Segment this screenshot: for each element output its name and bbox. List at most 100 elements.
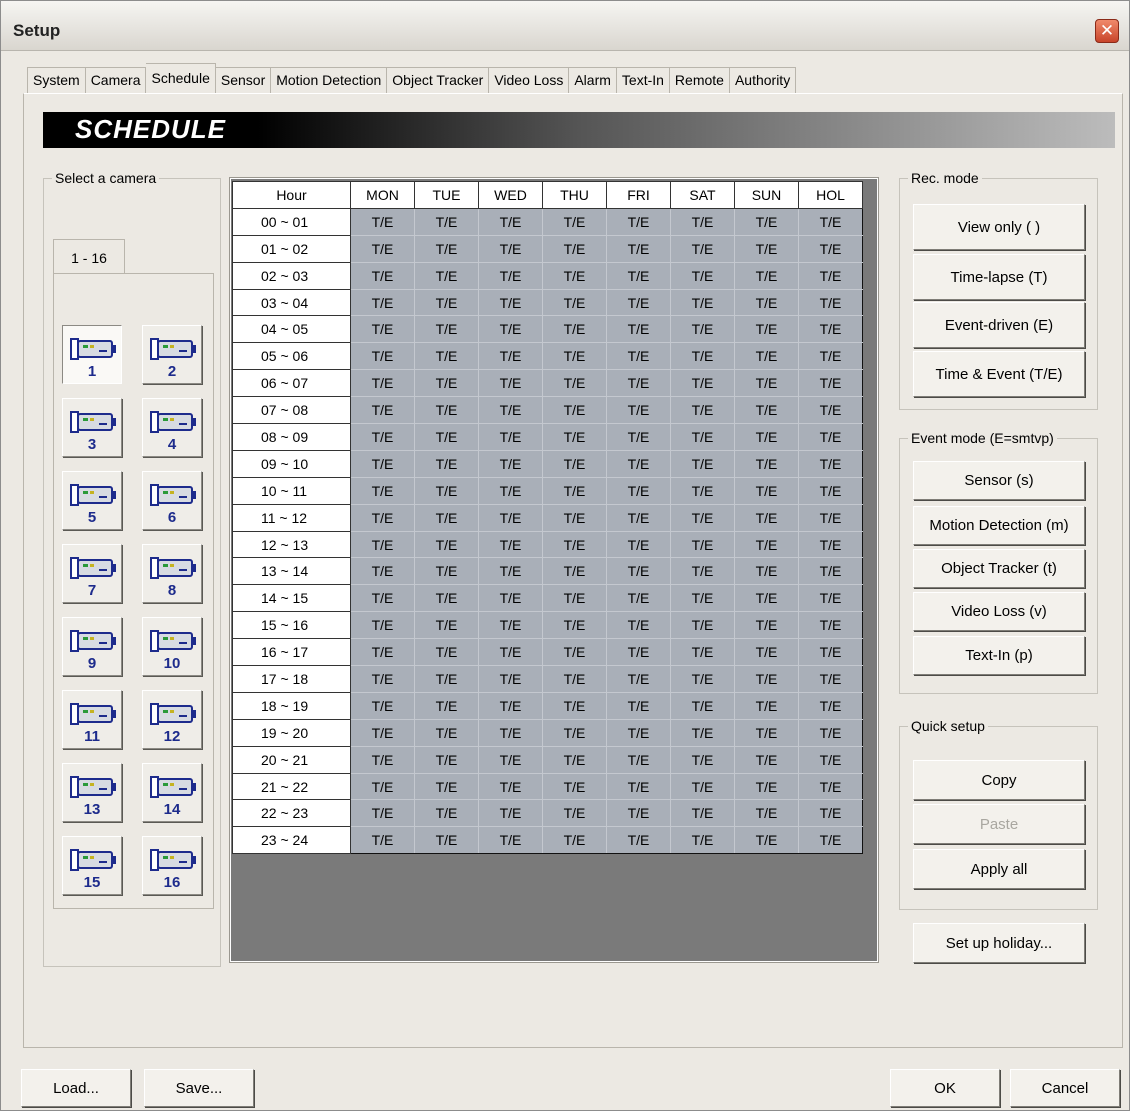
schedule-cell[interactable]: T/E bbox=[414, 289, 479, 317]
schedule-cell[interactable]: T/E bbox=[542, 773, 607, 801]
hour-label[interactable]: 12 ~ 13 bbox=[232, 530, 351, 559]
schedule-cell[interactable]: T/E bbox=[542, 369, 607, 398]
schedule-cell[interactable]: T/E bbox=[734, 746, 799, 774]
schedule-cell[interactable]: T/E bbox=[542, 557, 607, 586]
schedule-cell[interactable]: T/E bbox=[414, 665, 479, 693]
event-mode-button-3[interactable]: Video Loss (v) bbox=[913, 592, 1085, 631]
rec-mode-button-0[interactable]: View only ( ) bbox=[913, 204, 1085, 250]
tab-motion-detection[interactable]: Motion Detection bbox=[271, 67, 388, 93]
schedule-cell[interactable]: T/E bbox=[414, 638, 479, 667]
schedule-cell[interactable]: T/E bbox=[670, 423, 735, 451]
schedule-cell[interactable]: T/E bbox=[798, 638, 863, 667]
schedule-cell[interactable]: T/E bbox=[734, 557, 799, 586]
schedule-cell[interactable]: T/E bbox=[798, 531, 863, 559]
schedule-cell[interactable]: T/E bbox=[414, 396, 479, 425]
schedule-cell[interactable]: T/E bbox=[414, 369, 479, 398]
paste-button[interactable]: Paste bbox=[913, 804, 1085, 844]
schedule-cell[interactable]: T/E bbox=[478, 208, 543, 236]
schedule-cell[interactable]: T/E bbox=[670, 315, 735, 344]
schedule-cell[interactable]: T/E bbox=[478, 504, 543, 532]
day-header-thu[interactable]: THU bbox=[542, 181, 607, 209]
camera-button-1[interactable]: 1 bbox=[62, 325, 122, 384]
schedule-cell[interactable]: T/E bbox=[606, 638, 671, 667]
schedule-cell[interactable]: T/E bbox=[350, 208, 415, 236]
schedule-cell[interactable]: T/E bbox=[542, 504, 607, 532]
schedule-cell[interactable]: T/E bbox=[350, 584, 415, 613]
schedule-cell[interactable]: T/E bbox=[606, 450, 671, 478]
schedule-cell[interactable]: T/E bbox=[734, 692, 799, 720]
schedule-cell[interactable]: T/E bbox=[798, 584, 863, 613]
schedule-cell[interactable]: T/E bbox=[478, 557, 543, 586]
schedule-cell[interactable]: T/E bbox=[670, 235, 735, 263]
day-header-wed[interactable]: WED bbox=[478, 181, 543, 209]
schedule-cell[interactable]: T/E bbox=[670, 342, 735, 371]
schedule-cell[interactable]: T/E bbox=[670, 799, 735, 828]
schedule-cell[interactable]: T/E bbox=[350, 611, 415, 640]
schedule-cell[interactable]: T/E bbox=[414, 531, 479, 559]
schedule-cell[interactable]: T/E bbox=[670, 773, 735, 801]
tab-authority[interactable]: Authority bbox=[729, 67, 797, 93]
hour-label[interactable]: 22 ~ 23 bbox=[232, 799, 351, 828]
schedule-cell[interactable]: T/E bbox=[414, 477, 479, 505]
schedule-cell[interactable]: T/E bbox=[478, 719, 543, 747]
schedule-cell[interactable]: T/E bbox=[478, 396, 543, 425]
schedule-cell[interactable]: T/E bbox=[350, 799, 415, 828]
camera-button-15[interactable]: 15 bbox=[62, 836, 122, 895]
schedule-cell[interactable]: T/E bbox=[542, 665, 607, 693]
tab-schedule[interactable]: Schedule bbox=[146, 63, 216, 93]
hour-label[interactable]: 06 ~ 07 bbox=[232, 369, 351, 398]
schedule-cell[interactable]: T/E bbox=[606, 289, 671, 317]
schedule-cell[interactable]: T/E bbox=[542, 423, 607, 451]
camera-button-3[interactable]: 3 bbox=[62, 398, 122, 457]
schedule-cell[interactable]: T/E bbox=[478, 289, 543, 317]
schedule-cell[interactable]: T/E bbox=[798, 719, 863, 747]
hour-label[interactable]: 17 ~ 18 bbox=[232, 665, 351, 693]
schedule-cell[interactable]: T/E bbox=[734, 477, 799, 505]
schedule-cell[interactable]: T/E bbox=[478, 746, 543, 774]
rec-mode-button-3[interactable]: Time & Event (T/E) bbox=[913, 351, 1085, 397]
hour-label[interactable]: 00 ~ 01 bbox=[232, 207, 351, 236]
schedule-cell[interactable]: T/E bbox=[606, 611, 671, 640]
schedule-cell[interactable]: T/E bbox=[798, 235, 863, 263]
schedule-cell[interactable]: T/E bbox=[414, 450, 479, 478]
schedule-cell[interactable]: T/E bbox=[670, 262, 735, 290]
schedule-cell[interactable]: T/E bbox=[350, 315, 415, 344]
schedule-cell[interactable]: T/E bbox=[734, 423, 799, 451]
schedule-cell[interactable]: T/E bbox=[542, 208, 607, 236]
schedule-cell[interactable]: T/E bbox=[734, 665, 799, 693]
day-header-hol[interactable]: HOL bbox=[798, 181, 863, 209]
schedule-cell[interactable]: T/E bbox=[734, 719, 799, 747]
hour-label[interactable]: 04 ~ 05 bbox=[232, 315, 351, 344]
schedule-cell[interactable]: T/E bbox=[350, 692, 415, 720]
schedule-cell[interactable]: T/E bbox=[350, 719, 415, 747]
camera-button-14[interactable]: 14 bbox=[142, 763, 202, 822]
schedule-cell[interactable]: T/E bbox=[734, 208, 799, 236]
schedule-cell[interactable]: T/E bbox=[350, 450, 415, 478]
schedule-cell[interactable]: T/E bbox=[734, 369, 799, 398]
schedule-cell[interactable]: T/E bbox=[606, 208, 671, 236]
tab-video-loss[interactable]: Video Loss bbox=[489, 67, 570, 93]
camera-button-4[interactable]: 4 bbox=[142, 398, 202, 457]
schedule-cell[interactable]: T/E bbox=[734, 531, 799, 559]
schedule-cell[interactable]: T/E bbox=[542, 450, 607, 478]
hour-label[interactable]: 09 ~ 10 bbox=[232, 449, 351, 478]
hour-label[interactable]: 03 ~ 04 bbox=[232, 288, 351, 317]
schedule-cell[interactable]: T/E bbox=[798, 665, 863, 693]
schedule-cell[interactable]: T/E bbox=[414, 423, 479, 451]
schedule-cell[interactable]: T/E bbox=[542, 746, 607, 774]
schedule-cell[interactable]: T/E bbox=[798, 799, 863, 828]
schedule-cell[interactable]: T/E bbox=[478, 531, 543, 559]
schedule-cell[interactable]: T/E bbox=[542, 289, 607, 317]
hour-label[interactable]: 15 ~ 16 bbox=[232, 611, 351, 640]
schedule-cell[interactable]: T/E bbox=[670, 611, 735, 640]
event-mode-button-0[interactable]: Sensor (s) bbox=[913, 461, 1085, 500]
schedule-cell[interactable]: T/E bbox=[798, 773, 863, 801]
schedule-cell[interactable]: T/E bbox=[606, 557, 671, 586]
schedule-cell[interactable]: T/E bbox=[478, 799, 543, 828]
load-button[interactable]: Load... bbox=[21, 1069, 131, 1107]
schedule-cell[interactable]: T/E bbox=[414, 315, 479, 344]
schedule-cell[interactable]: T/E bbox=[798, 557, 863, 586]
schedule-cell[interactable]: T/E bbox=[414, 719, 479, 747]
schedule-cell[interactable]: T/E bbox=[670, 396, 735, 425]
schedule-cell[interactable]: T/E bbox=[414, 799, 479, 828]
